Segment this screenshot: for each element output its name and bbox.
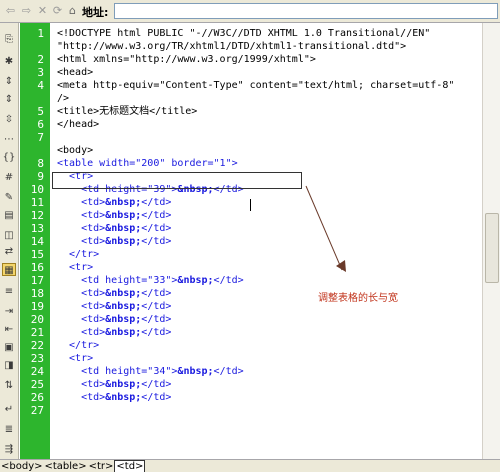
collapse-full-tag-icon[interactable]: ⇕ [2,75,16,88]
address-input[interactable] [114,3,498,19]
line-number: 22 [30,339,44,352]
code-line: <td>&nbsp;</td> [57,210,172,221]
line-number: 9 [37,170,44,183]
code-line: <table width="200" border="1"> [57,158,238,169]
auto-indent-icon[interactable]: ⇶ [2,443,16,456]
tag-crumb[interactable]: <table> [44,461,88,472]
tag-selector: <body> <table> <tr> <td> [0,459,500,472]
collapse-selection-icon[interactable]: ⇕ [2,93,16,106]
vertical-scrollbar[interactable] [482,23,500,459]
indent-code-icon[interactable]: ⇥ [2,305,16,318]
code-line: </tr> [57,340,100,351]
word-wrap-icon[interactable]: ↵ [2,403,16,416]
code-line: <!DOCTYPE html PUBLIC "-//W3C//DTD XHTML… [57,28,431,39]
code-line: <td>&nbsp;</td> [57,327,172,338]
code-toolbar: ⎘ ✱ ⇕ ⇕ ⇳ ⋯ {} # ✎ ▤ ◫ ⇄ ▦ ≡ ⇥ ⇤ ▣ ◨ ⇅ ↵… [0,23,19,459]
code-line: <meta http-equiv="Content-Type" content=… [57,80,455,91]
code-line: <head> [57,67,94,78]
line-number: 25 [30,378,44,391]
line-number: 6 [37,118,44,131]
outdent-code-icon[interactable]: ⇤ [2,323,16,336]
code-line: <body> [57,145,94,156]
line-number: 12 [30,209,44,222]
back-icon[interactable]: ⇦ [4,4,17,17]
remove-comment-icon[interactable]: ◫ [2,229,16,242]
code-line: <td>&nbsp;</td> [57,288,172,299]
tag-crumb[interactable]: <tr> [88,461,115,472]
code-line: <td>&nbsp;</td> [57,223,172,234]
code-line: <td>&nbsp;</td> [57,379,172,390]
line-number: 1 [37,27,44,40]
text-cursor [250,199,251,211]
home-icon[interactable]: ⌂ [66,4,79,17]
line-number: 8 [37,157,44,170]
wrap-tag-icon[interactable]: ⇄ [2,245,16,258]
line-number: 20 [30,313,44,326]
code-line: <td>&nbsp;</td> [57,314,172,325]
line-number: 17 [30,274,44,287]
line-number: 27 [30,404,44,417]
line-number: 18 [30,287,44,300]
expand-all-icon[interactable]: ⇳ [2,113,16,126]
annotation-text: 调整表格的长与宽 [318,293,398,304]
code-line: /> [57,93,70,104]
stop-icon[interactable]: ✕ [36,4,49,17]
line-number: 3 [37,66,44,79]
address-label: 地址: [82,6,109,19]
balance-braces-icon[interactable]: {} [2,151,16,164]
open-documents-icon[interactable]: ⎘ [2,33,16,46]
recent-snippets-icon[interactable]: ▦ [2,263,16,276]
forward-icon[interactable]: ⇨ [20,4,33,17]
code-line: <td height="33">&nbsp;</td> [57,275,244,286]
code-editor[interactable]: <!DOCTYPE html PUBLIC "-//W3C//DTD XHTML… [50,23,482,459]
apply-comment-icon[interactable]: ▤ [2,209,16,222]
sort-icon[interactable]: ⇅ [2,379,16,392]
table-tag-highlight-box [52,172,302,189]
line-number: 23 [30,352,44,365]
line-number: 7 [37,131,44,144]
syntax-color-icon[interactable]: ≣ [2,423,16,436]
line-number: 11 [30,196,44,209]
line-number: 2 [37,53,44,66]
refresh-icon[interactable]: ⟳ [51,4,64,17]
code-line: <td>&nbsp;</td> [57,301,172,312]
line-number: 13 [30,222,44,235]
snippet-icon[interactable]: ◨ [2,359,16,372]
scrollbar-thumb[interactable] [485,213,499,283]
line-number: 5 [37,105,44,118]
code-line: <td height="34">&nbsp;</td> [57,366,244,377]
code-line: <td>&nbsp;</td> [57,197,172,208]
code-line: <td>&nbsp;</td> [57,392,172,403]
address-toolbar: ⇦ ⇨ ✕ ⟳ ⌂ 地址: [0,0,500,23]
line-number: 16 [30,261,44,274]
line-number-gutter: 1 2 3 4 5 6 7 8 9 10 11 12 13 14 15 16 17 18 19 20 21 22 23 24 2… [20,23,50,459]
code-line: <title>无标题文档</title> [57,106,198,117]
line-number: 14 [30,235,44,248]
line-number: 4 [37,79,44,92]
line-number: 21 [30,326,44,339]
format-source-icon[interactable]: ▣ [2,341,16,354]
tag-crumb[interactable]: <td> [114,460,146,472]
select-parent-tag-icon[interactable]: ⋯ [2,133,16,146]
line-number: 10 [30,183,44,196]
code-line: </head> [57,119,100,130]
line-number: 15 [30,248,44,261]
line-number: 26 [30,391,44,404]
code-line: <tr> [57,353,94,364]
highlight-invalid-code-icon[interactable]: ✎ [2,191,16,204]
line-number: 24 [30,365,44,378]
code-line: <tr> [57,262,94,273]
code-line: "http://www.w3.org/TR/xhtml1/DTD/xhtml1-… [57,41,407,52]
code-line: <td>&nbsp;</td> [57,236,172,247]
code-line: <html xmlns="http://www.w3.org/1999/xhtm… [57,54,316,65]
line-numbers-icon[interactable]: # [2,171,16,184]
tag-crumb[interactable]: <body> [0,461,44,472]
line-number: 19 [30,300,44,313]
code-line: </tr> [57,249,100,260]
move-css-icon[interactable]: ≡ [2,285,16,298]
show-code-navigator-icon[interactable]: ✱ [2,55,16,68]
